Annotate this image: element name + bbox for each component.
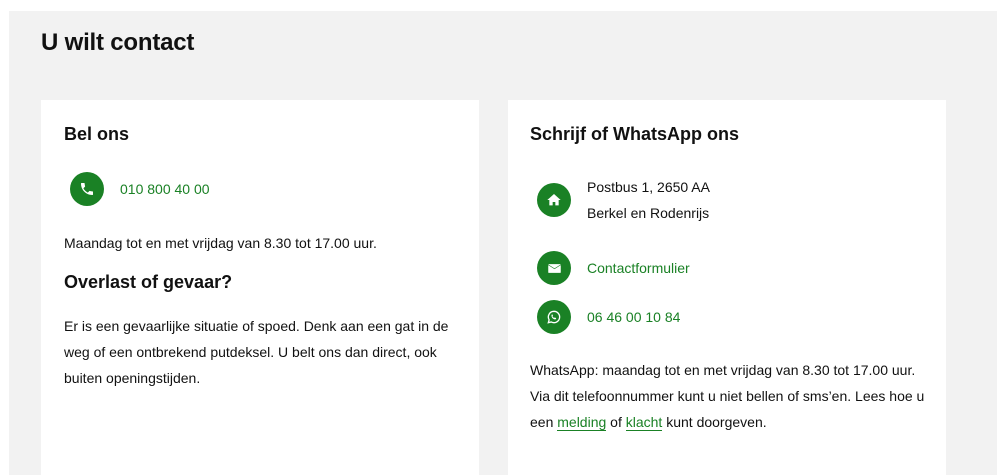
page-title: U wilt contact — [41, 29, 195, 56]
home-icon — [537, 183, 571, 217]
contact-form-link[interactable]: Contactformulier — [587, 260, 690, 276]
whatsapp-info-text-3: kunt doorgeven. — [662, 414, 767, 430]
envelope-icon-glyph — [547, 263, 561, 273]
whatsapp-info: WhatsApp: maandag tot en met vrijdag van… — [530, 357, 930, 435]
contact-panel: U wilt contact Bel ons 010 800 40 00 Maa… — [9, 11, 997, 475]
phone-row: 010 800 40 00 — [70, 172, 210, 206]
postal-address: Postbus 1, 2650 AA Berkel en Rodenrijs — [587, 174, 710, 226]
opening-hours: Maandag tot en met vrijdag van 8.30 tot … — [64, 235, 377, 251]
contact-form-row: Contactformulier — [537, 251, 690, 285]
home-icon-glyph — [547, 194, 561, 206]
call-us-heading: Bel ons — [64, 124, 130, 144]
write-us-heading: Schrijf of WhatsApp ons — [530, 124, 739, 144]
melding-link[interactable]: melding — [557, 414, 607, 431]
phone-link[interactable]: 010 800 40 00 — [120, 181, 210, 197]
whatsapp-icon-glyph — [547, 310, 561, 324]
whatsapp-row: 06 46 00 10 84 — [537, 300, 680, 334]
whatsapp-info-text-2: of — [606, 414, 626, 430]
phone-icon-glyph — [81, 183, 93, 195]
call-us-card: Bel ons 010 800 40 00 Maandag tot en met… — [41, 100, 479, 475]
klacht-link[interactable]: klacht — [625, 414, 663, 431]
envelope-icon — [537, 251, 571, 285]
address-line-1: Postbus 1, 2650 AA — [587, 179, 710, 195]
phone-icon — [70, 172, 104, 206]
whatsapp-link[interactable]: 06 46 00 10 84 — [587, 309, 680, 325]
write-us-card: Schrijf of WhatsApp ons Postbus 1, 2650 … — [508, 100, 946, 475]
emergency-text: Er is een gevaarlijke situatie of spoed.… — [64, 318, 449, 386]
address-line-2: Berkel en Rodenrijs — [587, 205, 710, 221]
address-row: Postbus 1, 2650 AA Berkel en Rodenrijs — [537, 174, 710, 226]
whatsapp-icon — [537, 300, 571, 334]
emergency-heading: Overlast of gevaar? — [64, 272, 233, 292]
